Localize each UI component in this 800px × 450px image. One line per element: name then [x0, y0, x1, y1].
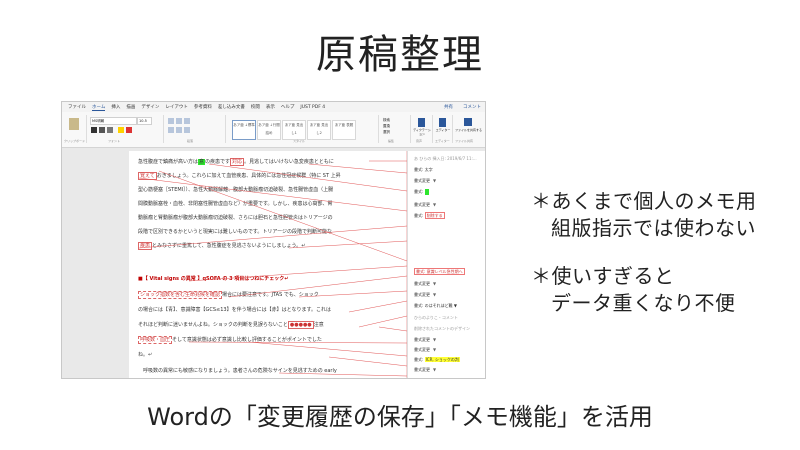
- align-left-icon[interactable]: [168, 127, 174, 133]
- menu-references[interactable]: 参考資料: [194, 104, 212, 110]
- microphone-icon[interactable]: [418, 118, 425, 127]
- editor-group: エディター エディター: [434, 115, 453, 143]
- menu-justpdf[interactable]: JUST PDF 4: [300, 105, 325, 110]
- select-button[interactable]: 選択: [383, 129, 390, 135]
- revision-item[interactable]: 書式変更 ▼: [414, 337, 436, 343]
- dropdown-icon[interactable]: ▼: [433, 281, 436, 286]
- revision-pane: あ ひらの 挿入日: 2019/6/7 11:... 書式: 太字 書式変更 ▼ …: [407, 151, 485, 378]
- underline-icon[interactable]: [107, 127, 113, 133]
- comment-header: 削除されたコメントのデザイン: [414, 326, 470, 331]
- revision-item[interactable]: 書式: ICR, ショックの判: [414, 357, 460, 363]
- font-group: MS明朝 10.5 フォント: [88, 115, 164, 143]
- italic-icon[interactable]: [99, 127, 105, 133]
- font-name-select[interactable]: MS明朝: [90, 117, 137, 125]
- style-heading1[interactable]: あア亜 見出し1: [282, 120, 306, 140]
- menu-file[interactable]: ファイル: [68, 104, 86, 110]
- menu-review[interactable]: 校閲: [251, 104, 260, 110]
- revision-item[interactable]: 書式変更 ▼: [414, 178, 436, 184]
- note-1-line-2: 組版指示では使わない: [551, 216, 756, 240]
- file-share-group: ファイルを共有する ファイル共有: [454, 115, 483, 143]
- menu-home[interactable]: ホーム: [92, 104, 106, 111]
- word-screenshot: ファイル ホーム 挿入 描画 デザイン レイアウト 参考資料 差し込み文書 校閲…: [61, 101, 486, 379]
- revision-item[interactable]: 書式変更 ▼: [414, 281, 436, 287]
- menu-design[interactable]: デザイン: [141, 104, 159, 110]
- menu-mailings[interactable]: 差し込み文書: [218, 104, 245, 110]
- style-heading2[interactable]: あア亜 見出し2: [307, 120, 331, 140]
- menu-draw[interactable]: 描画: [126, 104, 135, 110]
- font-size-select[interactable]: 10.5: [137, 117, 152, 125]
- revision-item[interactable]: 書式変更 ▼: [414, 202, 436, 208]
- menu-insert[interactable]: 挿入: [111, 104, 120, 110]
- align-right-icon[interactable]: [184, 127, 190, 133]
- share-file-icon[interactable]: [464, 118, 472, 126]
- style-normal[interactable]: あア亜 ↓標準: [232, 120, 256, 140]
- indent-icon[interactable]: [184, 118, 190, 124]
- comment-header: ひらのよりこ・コメント: [414, 315, 458, 320]
- dropdown-icon[interactable]: ▼: [433, 337, 436, 342]
- highlight-icon[interactable]: [118, 127, 124, 133]
- dropdown-icon[interactable]: ▼: [433, 292, 436, 297]
- numbering-icon[interactable]: [176, 118, 182, 124]
- document-page[interactable]: 急性腹症で鎮痛が高い方は意の疾患です 対応 。見逃してはいけない急変疾患とともに 覚…: [129, 151, 407, 378]
- paragraph-group: 段落: [165, 115, 226, 143]
- comments-button[interactable]: コメント: [463, 104, 481, 110]
- green-highlight-swatch: [424, 189, 429, 195]
- revision-item[interactable]: 書式変更 ▼: [414, 367, 436, 373]
- bold-icon[interactable]: [91, 127, 97, 133]
- font-color-icon[interactable]: [126, 127, 132, 133]
- slide-caption: Wordの「変更履歴の保存」「メモ機能」を活用: [147, 403, 653, 431]
- styles-group: あア亜 ↓標準 あア亜 ↓行間詰め あア亜 見出し1 あア亜 見出し2 あア亜 …: [228, 115, 379, 143]
- align-center-icon[interactable]: [176, 127, 182, 133]
- menu-help[interactable]: ヘルプ: [281, 104, 295, 110]
- note-1-line-1: ＊あくまで個人のメモ用: [531, 189, 757, 213]
- editing-group: 検索 置換 選択 編集: [380, 115, 411, 143]
- style-no-spacing[interactable]: あア亜 ↓行間詰め: [257, 120, 281, 140]
- bullets-icon[interactable]: [168, 118, 174, 124]
- comment-header: あ ひらの 挿入日: 2019/6/7 11:...: [414, 156, 477, 161]
- revision-item[interactable]: 書式: 意識レベル急性期へ: [414, 268, 465, 275]
- editor-icon[interactable]: [439, 118, 446, 127]
- dropdown-icon[interactable]: ▼: [433, 347, 436, 352]
- menu-layout[interactable]: レイアウト: [165, 104, 188, 110]
- menu-view[interactable]: 表示: [266, 104, 275, 110]
- revision-item[interactable]: 書式: 削除する: [414, 212, 445, 219]
- dropdown-icon[interactable]: ▼: [433, 178, 436, 183]
- revision-item[interactable]: 書式: 太字: [414, 167, 433, 173]
- clipboard-group: クリップボード: [64, 115, 87, 143]
- style-title[interactable]: あア亜 表題: [332, 120, 356, 140]
- note-2-line-1: ＊使いすぎると: [531, 264, 675, 288]
- revision-item[interactable]: 書式変更 ▼: [414, 347, 436, 353]
- menu-bar: ファイル ホーム 挿入 描画 デザイン レイアウト 参考資料 差し込み文書 校閲…: [62, 102, 485, 112]
- revision-item[interactable]: 書式: のはそれほど難 ▼: [414, 303, 457, 309]
- revision-item[interactable]: 書式変更 ▼: [414, 292, 436, 298]
- dropdown-icon[interactable]: ▼: [433, 202, 436, 207]
- slide-title: 原稿整理: [316, 32, 484, 78]
- note-2-line-2: データ重くなり不便: [551, 291, 736, 315]
- ribbon: クリップボード MS明朝 10.5 フォント 段落 あア亜 ↓標準 あア亜 ↓行…: [62, 112, 485, 148]
- dropdown-icon[interactable]: ▼: [433, 367, 436, 372]
- paste-icon[interactable]: [69, 118, 79, 130]
- revision-connector-lines: [138, 151, 407, 378]
- share-button[interactable]: 共有: [444, 104, 453, 110]
- revision-item[interactable]: 書式:: [414, 189, 429, 195]
- voice-group: ディクテーション 音声: [412, 115, 433, 143]
